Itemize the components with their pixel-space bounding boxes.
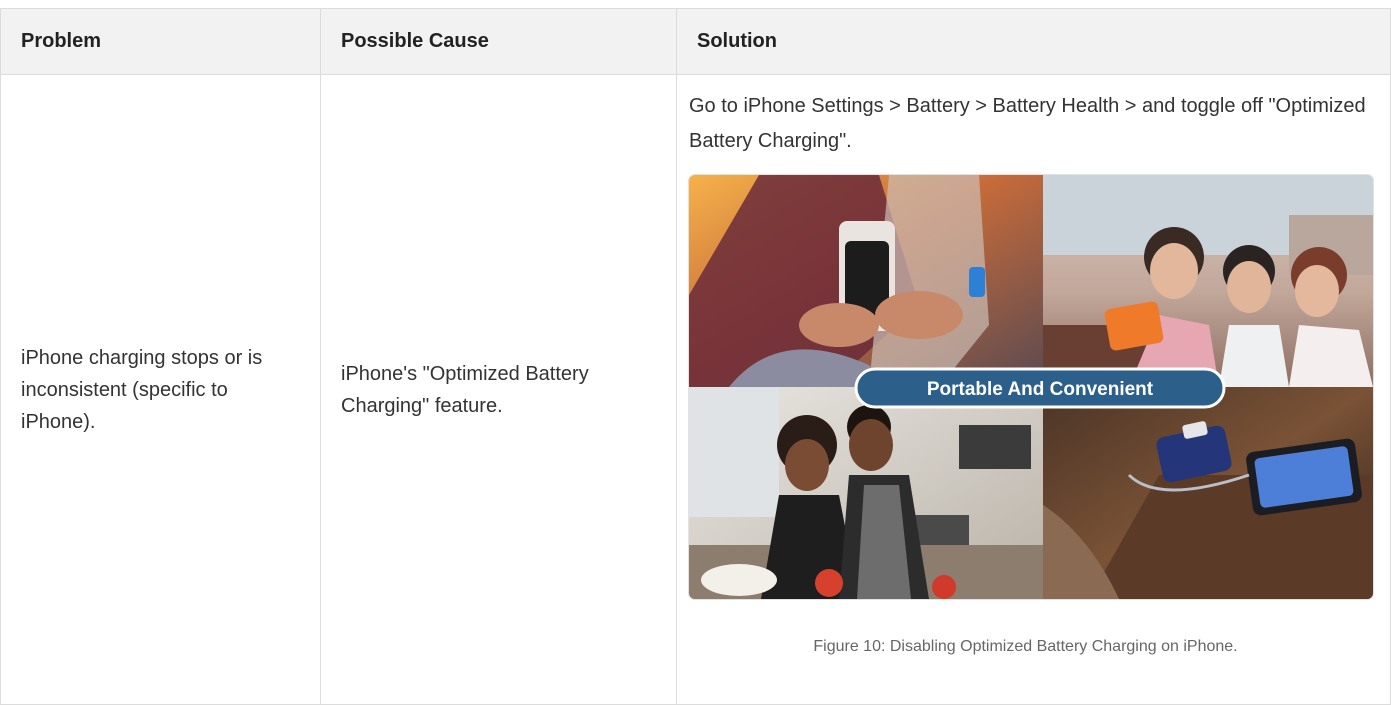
header-possible-cause: Possible Cause xyxy=(320,8,677,75)
cause-cell: iPhone's "Optimized Battery Charging" fe… xyxy=(320,74,677,705)
header-problem: Problem xyxy=(0,8,321,75)
figure-image: Portable And Convenient xyxy=(689,175,1373,599)
header-row: Problem Possible Cause Solution xyxy=(0,8,1391,75)
figure-caption: Figure 10: Disabling Optimized Battery C… xyxy=(813,638,1238,655)
table-row: iPhone charging stops or is inconsistent… xyxy=(0,74,1391,705)
troubleshooting-table: Problem Possible Cause Solution iPhone c… xyxy=(0,8,1391,705)
solution-cell: Go to iPhone Settings > Battery > Batter… xyxy=(676,74,1391,705)
header-solution: Solution xyxy=(676,8,1391,75)
power-bank-collage-image: Portable And Convenient xyxy=(689,175,1373,599)
solution-text: Go to iPhone Settings > Battery > Batter… xyxy=(689,95,1366,152)
figure-banner-text: Portable And Convenient xyxy=(927,379,1154,400)
problem-cell: iPhone charging stops or is inconsistent… xyxy=(0,74,321,705)
